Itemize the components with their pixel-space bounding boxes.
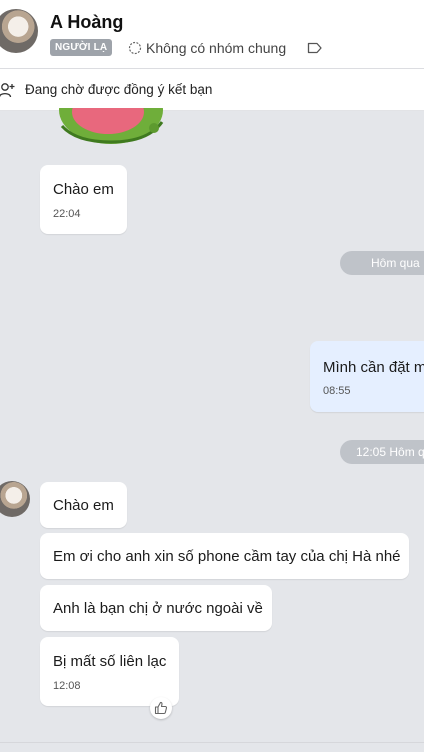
date-separator-label: Hôm qua bbox=[371, 256, 420, 270]
tag-icon[interactable] bbox=[307, 41, 323, 55]
message-text: Chào em bbox=[53, 181, 114, 198]
chat-header: A Hoàng NGƯỜI LẠ Không có nhóm chung bbox=[0, 0, 424, 69]
message-bubble[interactable]: Bị mất số liên lạc 12:08 bbox=[40, 637, 179, 706]
common-groups-label: Không có nhóm chung bbox=[146, 40, 287, 56]
sticker-image[interactable] bbox=[56, 108, 166, 146]
add-friend-icon bbox=[0, 83, 15, 98]
message-time: 12:08 bbox=[53, 680, 81, 692]
stranger-badge: NGƯỜI LẠ bbox=[50, 39, 113, 56]
message-text: Mình cần đặt m bbox=[323, 359, 424, 376]
contact-avatar[interactable] bbox=[0, 9, 38, 53]
message-bubble-outgoing[interactable]: Mình cần đặt m 08:55 bbox=[310, 341, 424, 412]
friend-request-bar: Đang chờ được đồng ý kết bạn bbox=[0, 69, 424, 111]
message-text: Em ơi cho anh xin số phone cầm tay của c… bbox=[53, 548, 401, 565]
groups-icon bbox=[128, 41, 142, 55]
date-separator: Hôm qua bbox=[340, 251, 424, 275]
thumbs-up-icon bbox=[154, 701, 168, 715]
like-reaction-button[interactable] bbox=[150, 697, 172, 719]
time-separator-label: 12:05 Hôm q bbox=[356, 445, 424, 459]
friend-request-text: Đang chờ được đồng ý kết bạn bbox=[25, 82, 213, 97]
message-text: Chào em bbox=[53, 497, 114, 514]
time-separator: 12:05 Hôm q bbox=[340, 440, 424, 464]
message-bubble[interactable]: Anh là bạn chị ở nước ngoài về bbox=[40, 585, 272, 631]
contact-name[interactable]: A Hoàng bbox=[50, 12, 123, 33]
message-time: 08:55 bbox=[323, 385, 351, 397]
common-groups[interactable]: Không có nhóm chung bbox=[128, 38, 286, 58]
message-bubble[interactable]: Chào em bbox=[40, 482, 127, 528]
message-text: Bị mất số liên lạc bbox=[53, 653, 167, 670]
sender-avatar[interactable] bbox=[0, 481, 30, 517]
message-time: 22:04 bbox=[53, 208, 81, 220]
message-text: Anh là bạn chị ở nước ngoài về bbox=[53, 600, 263, 617]
message-bubble[interactable]: Em ơi cho anh xin số phone cầm tay của c… bbox=[40, 533, 409, 579]
message-bubble[interactable]: Chào em 22:04 bbox=[40, 165, 127, 234]
